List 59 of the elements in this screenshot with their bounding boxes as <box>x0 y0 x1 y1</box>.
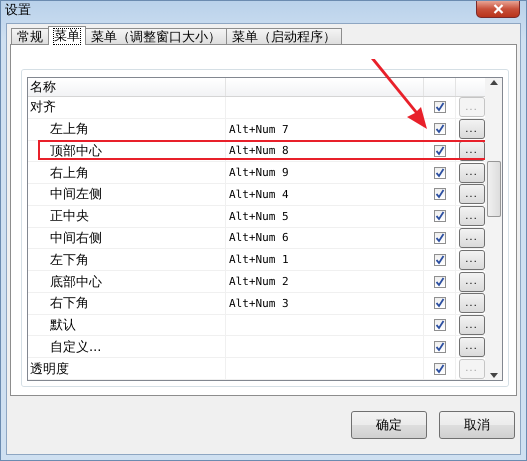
arrow-drawing <box>371 59 427 129</box>
more-button[interactable]: ... <box>458 228 484 248</box>
item-name: 左上角 <box>28 118 226 140</box>
scroll-thumb[interactable] <box>486 161 500 217</box>
checkbox[interactable] <box>434 297 446 310</box>
tab[interactable]: 常规 <box>11 28 49 45</box>
more-button[interactable]: ... <box>458 336 484 357</box>
more-button[interactable]: ... <box>458 293 484 314</box>
scroll-up-icon[interactable] <box>490 80 498 85</box>
tab[interactable]: 菜单（启动程序） <box>226 28 342 45</box>
more-button[interactable]: ... <box>458 250 484 270</box>
more-button[interactable]: ... <box>458 119 484 140</box>
checkbox[interactable] <box>434 319 446 332</box>
table-cell: Alt+Num 8 <box>226 140 424 162</box>
table-cell: Alt+Num 6 <box>226 228 424 248</box>
more-button[interactable]: ... <box>458 162 484 183</box>
item-name: 自定义... <box>28 336 226 358</box>
checkbox[interactable] <box>434 210 446 222</box>
checkbox[interactable] <box>434 362 446 375</box>
checkbox[interactable] <box>434 254 446 266</box>
checkbox[interactable] <box>434 188 446 200</box>
item-name: 中间右侧 <box>28 228 226 248</box>
tab[interactable]: 菜单（调整窗口大小） <box>85 28 227 45</box>
more-button[interactable]: ... <box>458 315 484 336</box>
item-name: 顶部中心 <box>28 140 226 162</box>
item-name: 正中央 <box>28 206 226 227</box>
close-button[interactable] <box>476 1 520 18</box>
item-name: 透明度 <box>28 358 226 379</box>
table-cell: Alt+Num 1 <box>226 249 424 270</box>
checkbox[interactable] <box>434 166 446 179</box>
checkbox[interactable] <box>434 232 446 244</box>
scroll-down-icon[interactable] <box>490 373 498 378</box>
checkbox[interactable] <box>434 340 446 353</box>
column-header[interactable]: 名称 <box>28 78 56 96</box>
checkbox[interactable] <box>434 101 446 114</box>
checkbox[interactable] <box>434 276 446 288</box>
table-cell: Alt+Num 9 <box>226 162 424 184</box>
item-name: 右上角 <box>28 162 226 184</box>
checkbox[interactable] <box>434 144 446 157</box>
table-cell: Alt+Num 3 <box>226 292 424 314</box>
tab[interactable]: 菜单 <box>48 26 86 45</box>
close-icon <box>492 4 504 14</box>
table-cell: Alt+Num 5 <box>226 206 424 227</box>
checkbox[interactable] <box>434 123 446 136</box>
item-name: 对齐 <box>28 97 226 118</box>
item-name: 底部中心 <box>28 271 226 292</box>
table-cell: Alt+Num 4 <box>226 184 424 205</box>
more-button[interactable]: ... <box>458 184 484 204</box>
item-name: 右下角 <box>28 292 226 314</box>
dialog-button[interactable]: 确定 <box>351 411 427 439</box>
item-name: 中间左侧 <box>28 184 226 205</box>
dialog-button[interactable]: 取消 <box>439 411 515 439</box>
more-button[interactable]: ... <box>458 272 484 292</box>
window-title: 设置 <box>5 2 31 20</box>
item-name: 左下角 <box>28 249 226 270</box>
more-button[interactable]: ... <box>458 206 484 226</box>
scrollbar[interactable] <box>485 77 503 381</box>
table-cell: Alt+Num 2 <box>226 271 424 292</box>
item-name: 默认 <box>28 314 226 336</box>
